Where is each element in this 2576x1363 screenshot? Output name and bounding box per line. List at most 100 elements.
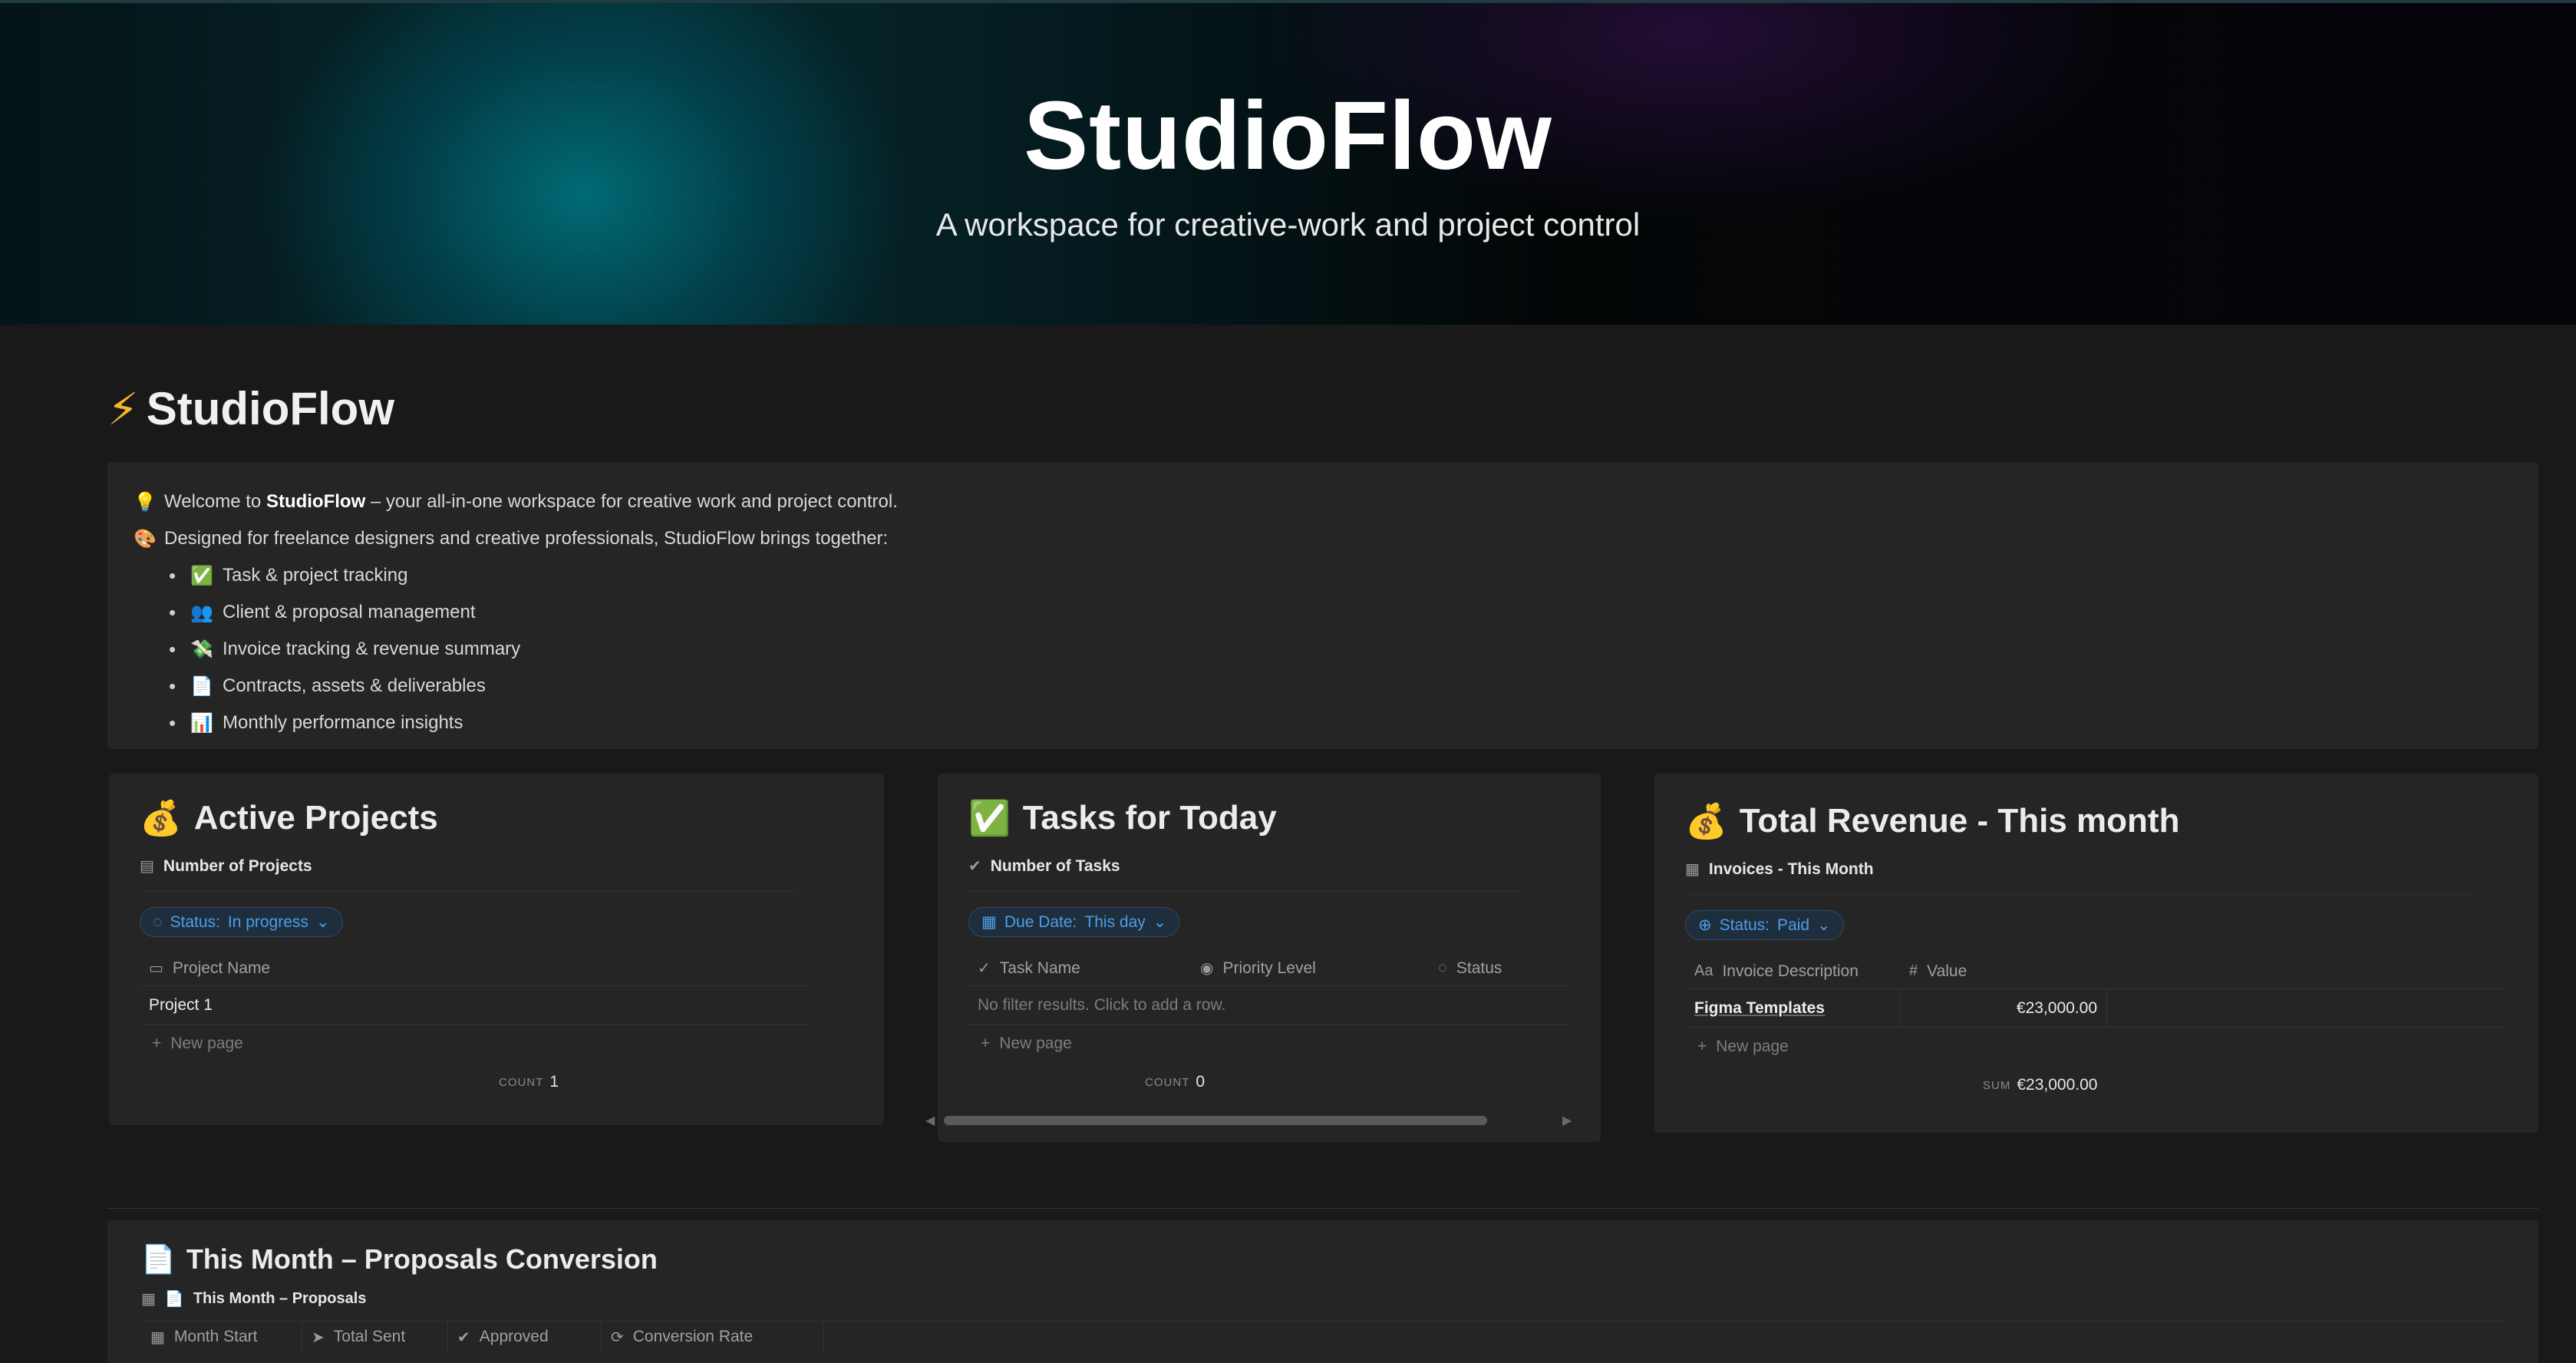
designed-text: Designed for freelance designers and cre…: [164, 528, 889, 549]
tasks-today-title: ✅ Tasks for Today: [968, 797, 1570, 840]
palette-icon: 🎨: [134, 528, 157, 549]
proposals-title: 📄 This Month – Proposals Conversion: [141, 1243, 2505, 1276]
loading-status-icon: ◌: [153, 913, 163, 931]
welcome-prefix: Welcome to: [164, 491, 266, 512]
check-circle-icon: ✔: [968, 858, 981, 875]
empty-state-text[interactable]: No filter results. Click to add a row.: [968, 996, 1225, 1015]
banner-subtitle: A workspace for creative-work and projec…: [935, 206, 1641, 243]
list-item: 👥 Client & proposal management: [169, 594, 2511, 631]
table-header: ▭ Project Name: [140, 951, 811, 986]
column-label: Total Sent: [333, 1328, 406, 1345]
empty-state-row[interactable]: No filter results. Click to add a row.: [968, 986, 1570, 1025]
new-page-label: New page: [1716, 1038, 1789, 1055]
banner-title: StudioFlow: [1024, 81, 1552, 190]
database-name[interactable]: ▦ 📄 This Month – Proposals: [141, 1289, 2505, 1322]
project-name-cell[interactable]: Project 1: [140, 996, 213, 1015]
money-wings-icon: 💸: [190, 639, 213, 660]
money-bag-icon: 💰: [1685, 803, 1727, 840]
column-invoice-description[interactable]: Aa Invoice Description: [1685, 962, 1900, 981]
column-task-name[interactable]: ✓ Task Name: [968, 959, 1191, 978]
column-conversion-rate[interactable]: ⟳ Conversion Rate: [602, 1322, 824, 1352]
column-label: Task Name: [999, 959, 1080, 977]
table-header: ▦ Month Start ➤ Total Sent ✔ Approved ⟳ …: [141, 1322, 2505, 1352]
bullet-text: Task & project tracking: [223, 565, 408, 586]
chevron-down-icon: ⌄: [315, 913, 330, 931]
scroll-left-arrow[interactable]: ◀: [925, 1113, 935, 1128]
checkmark-icon: ✓: [978, 960, 991, 977]
document-icon: 📄: [190, 675, 213, 697]
column-label: Value: [1927, 962, 1967, 980]
database-name[interactable]: ✔ Number of Tasks: [968, 856, 1522, 892]
count-label: COUNT: [499, 1075, 544, 1089]
database-name[interactable]: ▦ Invoices - This Month: [1685, 860, 2475, 895]
text-aa-icon: Aa: [1694, 962, 1713, 979]
tasks-today-card: ✅ Tasks for Today ✔ Number of Tasks ▦ Du…: [938, 774, 1601, 1142]
chevron-down-icon: ⌄: [1817, 916, 1831, 934]
table-icon: ▦: [1685, 861, 1700, 878]
new-page-button[interactable]: + New page: [968, 1025, 1570, 1063]
section-title-text: This Month – Proposals Conversion: [186, 1243, 658, 1275]
memo-icon: 📄: [141, 1243, 176, 1275]
count-value: 0: [1196, 1073, 1206, 1091]
bullet-text: Client & proposal management: [223, 602, 476, 622]
column-label: Month Start: [173, 1328, 258, 1345]
sum-footer[interactable]: SUM €23,000.00: [1685, 1066, 2508, 1104]
scroll-right-arrow[interactable]: ▶: [1562, 1113, 1572, 1128]
plus-icon: +: [981, 1035, 991, 1052]
column-value[interactable]: # Value: [1900, 962, 1967, 981]
document-icon: 📄: [164, 1291, 184, 1308]
card-title-text: Total Revenue - This month: [1739, 802, 2180, 840]
column-project-name[interactable]: ▭ Project Name: [140, 959, 270, 978]
sum-value: €23,000.00: [2017, 1076, 2098, 1094]
horizontal-scrollbar[interactable]: [944, 1116, 1487, 1125]
chevron-down-icon: ⌄: [1153, 913, 1167, 931]
loading-status-icon: ◌: [1438, 959, 1447, 976]
plus-icon: +: [152, 1035, 162, 1052]
db-name-text: Number of Projects: [163, 856, 312, 875]
column-label: Priority Level: [1222, 959, 1316, 977]
revenue-title: 💰 Total Revenue - This month: [1685, 800, 2508, 843]
people-icon: 👥: [190, 602, 213, 623]
table-header: Aa Invoice Description # Value: [1685, 954, 2508, 989]
bar-chart-icon: 📊: [190, 712, 213, 734]
table-row[interactable]: Figma Templates €23,000.00: [1685, 988, 2508, 1028]
column-month-start[interactable]: ▦ Month Start: [141, 1322, 302, 1352]
refresh-icon: ⟳: [611, 1328, 624, 1346]
proposals-section: 📄 This Month – Proposals Conversion ▦ 📄 …: [107, 1220, 2538, 1363]
invoice-description-cell[interactable]: Figma Templates: [1685, 988, 1900, 1028]
column-total-sent[interactable]: ➤ Total Sent: [302, 1322, 448, 1352]
column-status[interactable]: ◌ Status: [1429, 959, 1502, 978]
column-label: Approved: [479, 1328, 549, 1345]
db-name-text: This Month – Proposals: [193, 1290, 367, 1307]
bullet-text: Contracts, assets & deliverables: [223, 675, 486, 696]
count-footer[interactable]: COUNT 1: [140, 1063, 853, 1101]
arrow-circle-icon: ⊕: [1698, 916, 1712, 934]
check-icon: ✅: [190, 565, 213, 586]
invoice-value-cell[interactable]: €23,000.00: [1900, 988, 2107, 1028]
bullet-text: Invoice tracking & revenue summary: [223, 639, 521, 659]
database-name[interactable]: ▤ Number of Projects: [140, 856, 797, 892]
intro-callout[interactable]: 💡 Welcome to StudioFlow – your all-in-on…: [107, 462, 2538, 749]
column-label: Status: [1456, 959, 1502, 977]
filter-value: Paid: [1776, 916, 1810, 934]
status-filter-pill[interactable]: ⊕ Status: Paid ⌄: [1685, 910, 1844, 940]
column-label: Invoice Description: [1722, 962, 1859, 980]
status-filter-pill[interactable]: ◌ Status: In progress ⌄: [140, 907, 343, 937]
db-name-text: Invoices - This Month: [1708, 860, 1874, 878]
column-label: Project Name: [172, 959, 271, 977]
count-footer[interactable]: COUNT 0: [968, 1063, 1570, 1101]
filter-label: Status:: [1719, 916, 1770, 934]
sum-label: SUM: [1983, 1078, 2011, 1092]
page-title-text: StudioFlow: [146, 383, 394, 434]
calendar-icon: ▦: [981, 913, 997, 931]
table-row[interactable]: Project 1: [140, 986, 811, 1025]
column-approved[interactable]: ✔ Approved: [448, 1322, 602, 1352]
new-page-button[interactable]: + New page: [140, 1025, 853, 1063]
due-date-filter-pill[interactable]: ▦ Due Date: This day ⌄: [968, 907, 1180, 937]
column-priority[interactable]: ◉ Priority Level: [1191, 959, 1429, 978]
target-icon: ◉: [1200, 960, 1214, 977]
cover-banner: StudioFlow A workspace for creative-work…: [0, 0, 2576, 325]
filter-value: This day: [1084, 913, 1146, 931]
table-icon: ▦: [141, 1291, 156, 1308]
new-page-button[interactable]: + New page: [1685, 1028, 2508, 1066]
